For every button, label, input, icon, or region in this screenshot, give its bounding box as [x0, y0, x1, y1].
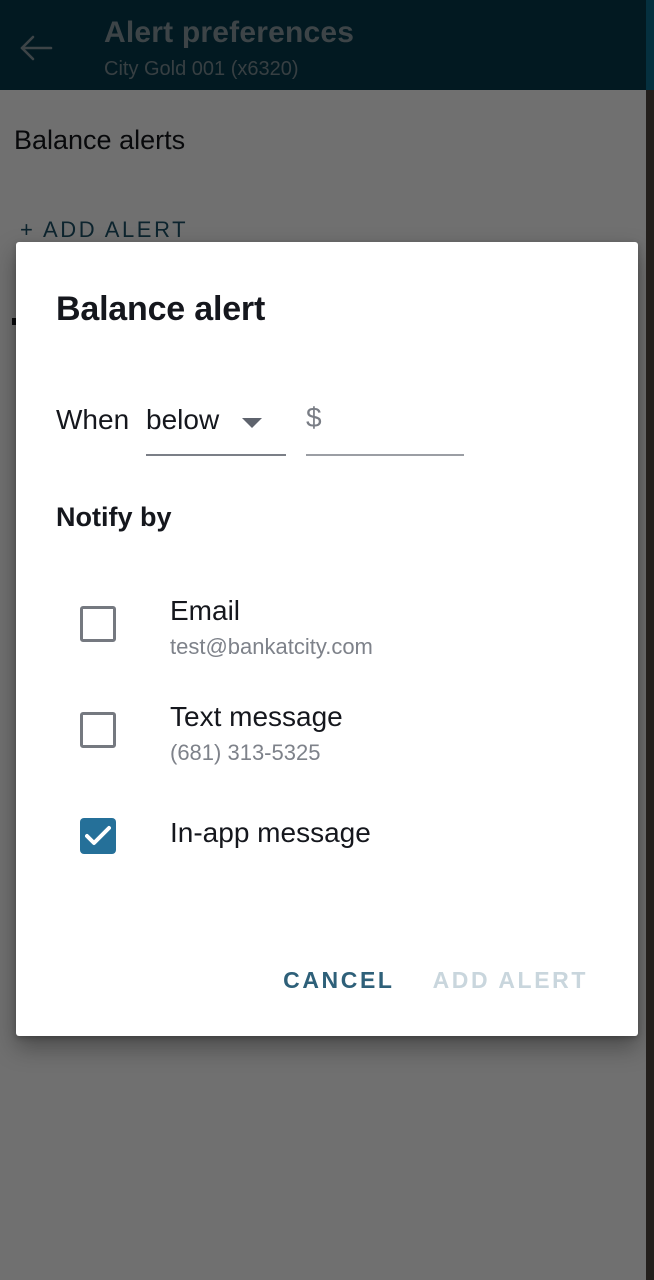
notify-option-sublabel: test@bankatcity.com	[170, 634, 373, 659]
amount-input[interactable]	[334, 400, 460, 440]
notify-option-email[interactable]: Email test@bankatcity.com	[56, 588, 598, 694]
operator-dropdown[interactable]: below	[146, 392, 286, 456]
notify-by-heading: Notify by	[56, 502, 172, 532]
condition-row: When below $	[56, 392, 598, 460]
device-edge-strip-top	[646, 0, 654, 90]
balance-alert-dialog: Balance alert When below $ Notify by Ema…	[16, 242, 638, 1036]
currency-prefix: $	[306, 402, 322, 433]
device-edge-strip	[646, 0, 654, 1280]
add-alert-confirm-button[interactable]: ADD ALERT	[419, 954, 602, 1006]
checkbox-email[interactable]	[80, 606, 116, 642]
notify-option-label: In-app message	[170, 817, 371, 848]
operator-value: below	[146, 404, 220, 435]
notify-options-list: Email test@bankatcity.com Text message (…	[56, 588, 598, 892]
cancel-button[interactable]: CANCEL	[269, 954, 408, 1006]
notify-option-label: Email	[170, 595, 241, 626]
when-label: When	[56, 404, 130, 435]
notify-option-label: Text message	[170, 701, 343, 732]
checkbox-in-app-message[interactable]	[80, 818, 116, 854]
dialog-title: Balance alert	[56, 290, 266, 328]
checkbox-text-message[interactable]	[80, 712, 116, 748]
amount-field[interactable]: $	[306, 392, 464, 456]
notify-option-in-app-message[interactable]: In-app message	[56, 800, 598, 892]
app-screen: Alert preferences City Gold 001 (x6320) …	[0, 0, 654, 1280]
dialog-actions: CANCEL ADD ALERT	[269, 954, 602, 1006]
notify-option-sublabel: (681) 313-5325	[170, 740, 321, 765]
chevron-down-icon	[242, 418, 262, 428]
notify-option-text-message[interactable]: Text message (681) 313-5325	[56, 694, 598, 800]
